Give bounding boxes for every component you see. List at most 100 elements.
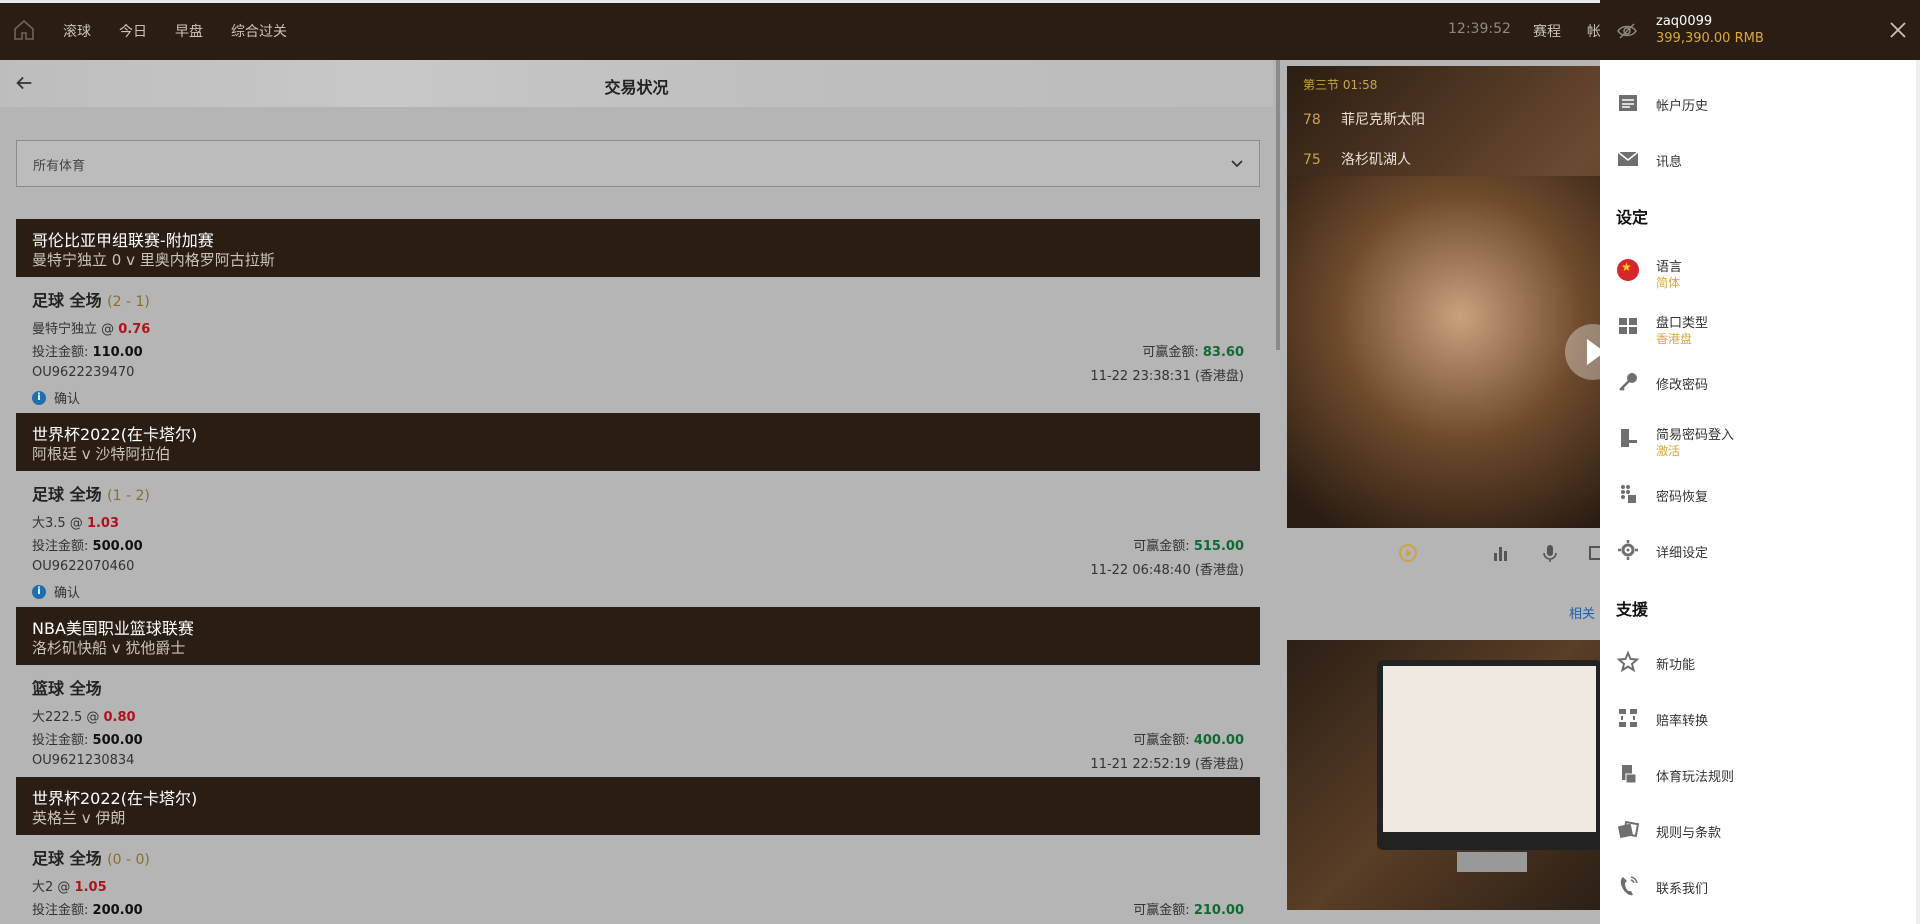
nav-early[interactable]: 早盘 [175,21,203,41]
menu-odds-type[interactable]: 盘口类型 香港盘 [1600,304,1920,348]
menu-language[interactable]: 语言 简体 [1600,248,1920,292]
win-value: 83.60 [1202,345,1244,360]
stake-label: 投注金额: [32,539,89,554]
odds: 0.76 [118,322,151,337]
odds: 1.05 [74,880,107,895]
selection: 大222.5 @ 0.80 [32,706,136,725]
nav-today[interactable]: 今日 [119,21,147,41]
bet-header: 世界杯2022(在卡塔尔) 阿根廷 v 沙特阿拉伯 [16,413,1260,471]
microphone-icon[interactable] [1539,542,1561,564]
menu-label: 盘口类型 [1656,316,1709,331]
menu-label: 帐户历史 [1656,99,1709,114]
menu-label: 赔率转换 [1656,714,1709,729]
menu-sports-rules[interactable]: 体育玩法规则 [1600,752,1920,796]
league-name: 世界杯2022(在卡塔尔) [32,425,198,444]
status-text: 确认 [54,586,81,601]
menu-terms[interactable]: 规则与条款 [1600,808,1920,852]
market-title: 足球 全场 (1 - 2) [32,481,150,505]
home-team-row: 78 菲尼克斯太阳 [1303,109,1425,129]
stake-label: 投注金额: [32,733,89,748]
chevron-down-icon [1231,160,1243,168]
stake-value: 500.00 [92,733,143,748]
market-title: 足球 全场 (2 - 1) [32,287,150,311]
match-teams: 洛杉矶快船 v 犹他爵士 [32,639,186,657]
selection: 曼特宁独立 @ 0.76 [32,318,150,337]
menu-label: 修改密码 [1656,378,1709,393]
league-name: 世界杯2022(在卡塔尔) [32,789,198,808]
stats-icon[interactable] [1490,542,1512,564]
nav-account[interactable]: 帐 [1587,21,1601,41]
related-link[interactable]: 相关 [1569,603,1595,622]
away-score: 75 [1303,152,1321,168]
home-score: 78 [1303,112,1321,128]
bet-header: NBA美国职业篮球联赛 洛杉矶快船 v 犹他爵士 [16,607,1260,665]
menu-label: 语言 [1656,260,1683,275]
promo-banner[interactable] [1287,640,1602,910]
main-nav: 滚球 今日 早盘 综合过关 [63,21,287,41]
clock: 12:39:52 [1448,21,1511,37]
score: (2 - 1) [107,294,150,310]
nav-live[interactable]: 滚球 [63,21,91,41]
win-label: 可赢金额: [1133,733,1190,748]
nav-schedule[interactable]: 赛程 [1533,21,1561,41]
menu-account-history[interactable]: 帐户历史 [1600,81,1920,125]
settings-icon [1618,540,1638,560]
bet-datetime: 11-21 22:52:19 (香港盘) [1090,757,1244,772]
game-period: 第三节 01:58 [1303,78,1378,92]
score: (0 - 0) [107,852,150,868]
status-text: 确认 [54,392,81,407]
menu-new-features[interactable]: 新功能 [1600,640,1920,684]
menu-easy-login[interactable]: 简易密码登入 激活 [1600,416,1920,460]
home-icon[interactable] [12,18,36,42]
stake-label: 投注金额: [32,903,89,918]
left-scrollbar[interactable] [1276,60,1280,350]
menu-odds-conversion[interactable]: 赔率转换 [1600,696,1920,740]
menu-contact[interactable]: 联系我们 [1600,864,1920,908]
win-label: 可赢金额: [1142,345,1199,360]
odds: 1.03 [86,516,120,531]
menu-detail-settings[interactable]: 详细设定 [1600,528,1920,572]
history-icon [1619,95,1637,111]
monitor-graphic [1377,660,1602,850]
selection: 大2 @ 1.05 [32,876,107,895]
bet-reference: OU9621230834 [32,753,135,768]
bet-header: 世界杯2022(在卡塔尔) 英格兰 v 伊朗 [16,777,1260,835]
league-name: NBA美国职业篮球联赛 [32,619,194,638]
selection-name: 曼特宁独立 @ [32,322,115,337]
selection-name: 大3.5 @ [32,516,83,531]
menu-label: 规则与条款 [1656,826,1722,841]
to-win: 可赢金额: 210.00 [1133,899,1244,918]
close-icon[interactable] [1888,20,1908,40]
stake: 投注金额: 200.00 [32,899,143,918]
menu-change-password[interactable]: 修改密码 [1600,360,1920,404]
match-teams: 曼特宁独立 0 v 里奥内格罗阿古拉斯 [32,251,275,269]
menu-messages[interactable]: 讯息 [1600,137,1920,181]
bet-reference: OU9622239470 [32,365,135,380]
sport-filter-select[interactable]: 所有体育 [16,140,1260,187]
info-icon: i [32,390,46,405]
market-title: 篮球 全场 [32,675,102,699]
market-name: 足球 全场 [32,485,102,504]
menu-label: 联系我们 [1656,882,1709,897]
monitor-screen [1383,666,1596,832]
menu-password-recovery[interactable]: 密码恢复 [1600,472,1920,516]
menu-label: 体育玩法规则 [1656,770,1735,785]
drawer-scrollbar[interactable] [1916,60,1920,924]
win-value: 515.00 [1193,539,1244,554]
hide-balance-icon[interactable] [1616,20,1638,42]
away-team-row: 75 洛杉矶湖人 [1303,149,1411,169]
info-icon: i [32,584,46,599]
keypad-icon [1621,485,1636,503]
video-thumbnail[interactable] [1287,176,1602,528]
market-title: 足球 全场 (0 - 0) [32,845,150,869]
nav-parlay[interactable]: 综合过关 [231,21,287,41]
rules-icon [1622,765,1637,784]
menu-label: 讯息 [1656,155,1683,170]
conversion-icon [1619,709,1637,727]
market-name: 足球 全场 [32,291,102,310]
match-teams: 阿根廷 v 沙特阿拉伯 [32,445,171,463]
phone-icon [1620,876,1638,896]
section-support: 支援 [1616,600,1649,619]
stake: 投注金额: 110.00 [32,341,143,360]
play-circle-icon[interactable] [1397,542,1419,564]
